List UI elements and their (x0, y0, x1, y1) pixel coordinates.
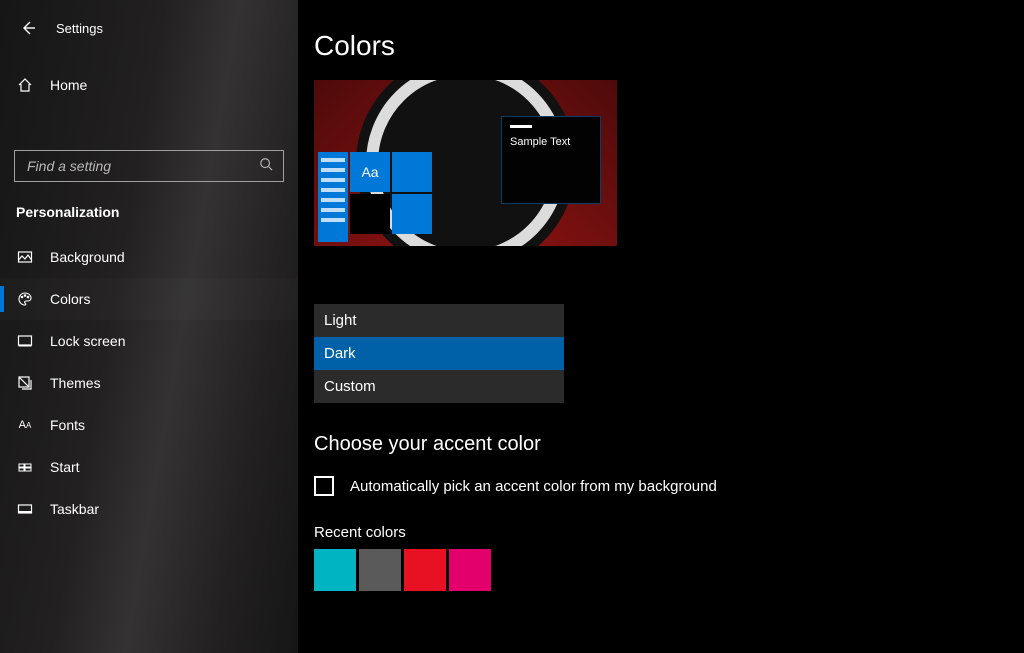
sidebar-nav: Background Colors Lock screen Themes (0, 236, 298, 530)
color-swatch[interactable] (314, 549, 356, 591)
sidebar-item-colors[interactable]: Colors (0, 278, 298, 320)
color-preview: Aa Sample Text (314, 80, 617, 246)
recent-colors (314, 549, 1024, 591)
sidebar-item-label: Home (50, 77, 87, 93)
tiles-preview: Aa (350, 152, 432, 242)
sample-window-preview: Sample Text (501, 116, 601, 204)
sidebar-item-label: Taskbar (50, 501, 99, 517)
sidebar-item-label: Background (50, 249, 125, 265)
sample-titlebar-accent (510, 125, 532, 128)
app-title: Settings (56, 21, 103, 36)
search-field[interactable] (14, 150, 284, 182)
color-swatch[interactable] (404, 549, 446, 591)
sidebar-item-themes[interactable]: Themes (0, 362, 298, 404)
home-icon (16, 76, 34, 94)
auto-accent-checkbox[interactable] (314, 476, 334, 496)
dropdown-option-custom[interactable]: Custom (314, 370, 564, 403)
color-mode-dropdown[interactable]: Light Dark Custom (314, 304, 564, 403)
tile-grid (350, 194, 390, 234)
lock-screen-icon (16, 332, 34, 350)
category-title: Personalization (0, 182, 298, 230)
start-icon (16, 458, 34, 476)
accent-section-title: Choose your accent color (314, 433, 1024, 456)
sidebar-item-label: Fonts (50, 417, 85, 433)
sidebar-item-label: Themes (50, 375, 101, 391)
auto-accent-label: Automatically pick an accent color from … (350, 478, 717, 495)
sidebar-item-background[interactable]: Background (0, 236, 298, 278)
tile-blank (392, 152, 432, 192)
arrow-left-icon (20, 20, 36, 36)
dropdown-option-dark[interactable]: Dark (314, 337, 564, 370)
start-menu-preview: Aa (318, 152, 458, 242)
themes-icon (16, 374, 34, 392)
back-button[interactable] (18, 18, 38, 38)
dropdown-option-light[interactable]: Light (314, 304, 564, 337)
tile-aa: Aa (350, 152, 390, 192)
start-column-preview (318, 152, 348, 242)
color-swatch[interactable] (449, 549, 491, 591)
sample-text-label: Sample Text (510, 136, 592, 148)
search-input[interactable] (25, 157, 259, 175)
picture-icon (16, 248, 34, 266)
page-title: Colors (314, 30, 1024, 62)
sidebar-item-lock-screen[interactable]: Lock screen (0, 320, 298, 362)
sidebar-item-fonts[interactable]: AA Fonts (0, 404, 298, 446)
sidebar-item-label: Colors (50, 291, 90, 307)
palette-icon (16, 290, 34, 308)
tile-blank-2 (392, 194, 432, 234)
settings-sidebar: Settings Home Personalization Ba (0, 0, 298, 653)
fonts-icon: AA (16, 416, 34, 434)
search-icon (259, 157, 273, 176)
sidebar-top-nav: Home (0, 64, 298, 106)
sidebar-item-taskbar[interactable]: Taskbar (0, 488, 298, 530)
sidebar-item-label: Lock screen (50, 333, 125, 349)
taskbar-icon (16, 500, 34, 518)
sidebar-item-home[interactable]: Home (0, 64, 298, 106)
sidebar-item-label: Start (50, 459, 80, 475)
color-swatch[interactable] (359, 549, 401, 591)
recent-colors-label: Recent colors (314, 524, 1024, 541)
sidebar-item-start[interactable]: Start (0, 446, 298, 488)
